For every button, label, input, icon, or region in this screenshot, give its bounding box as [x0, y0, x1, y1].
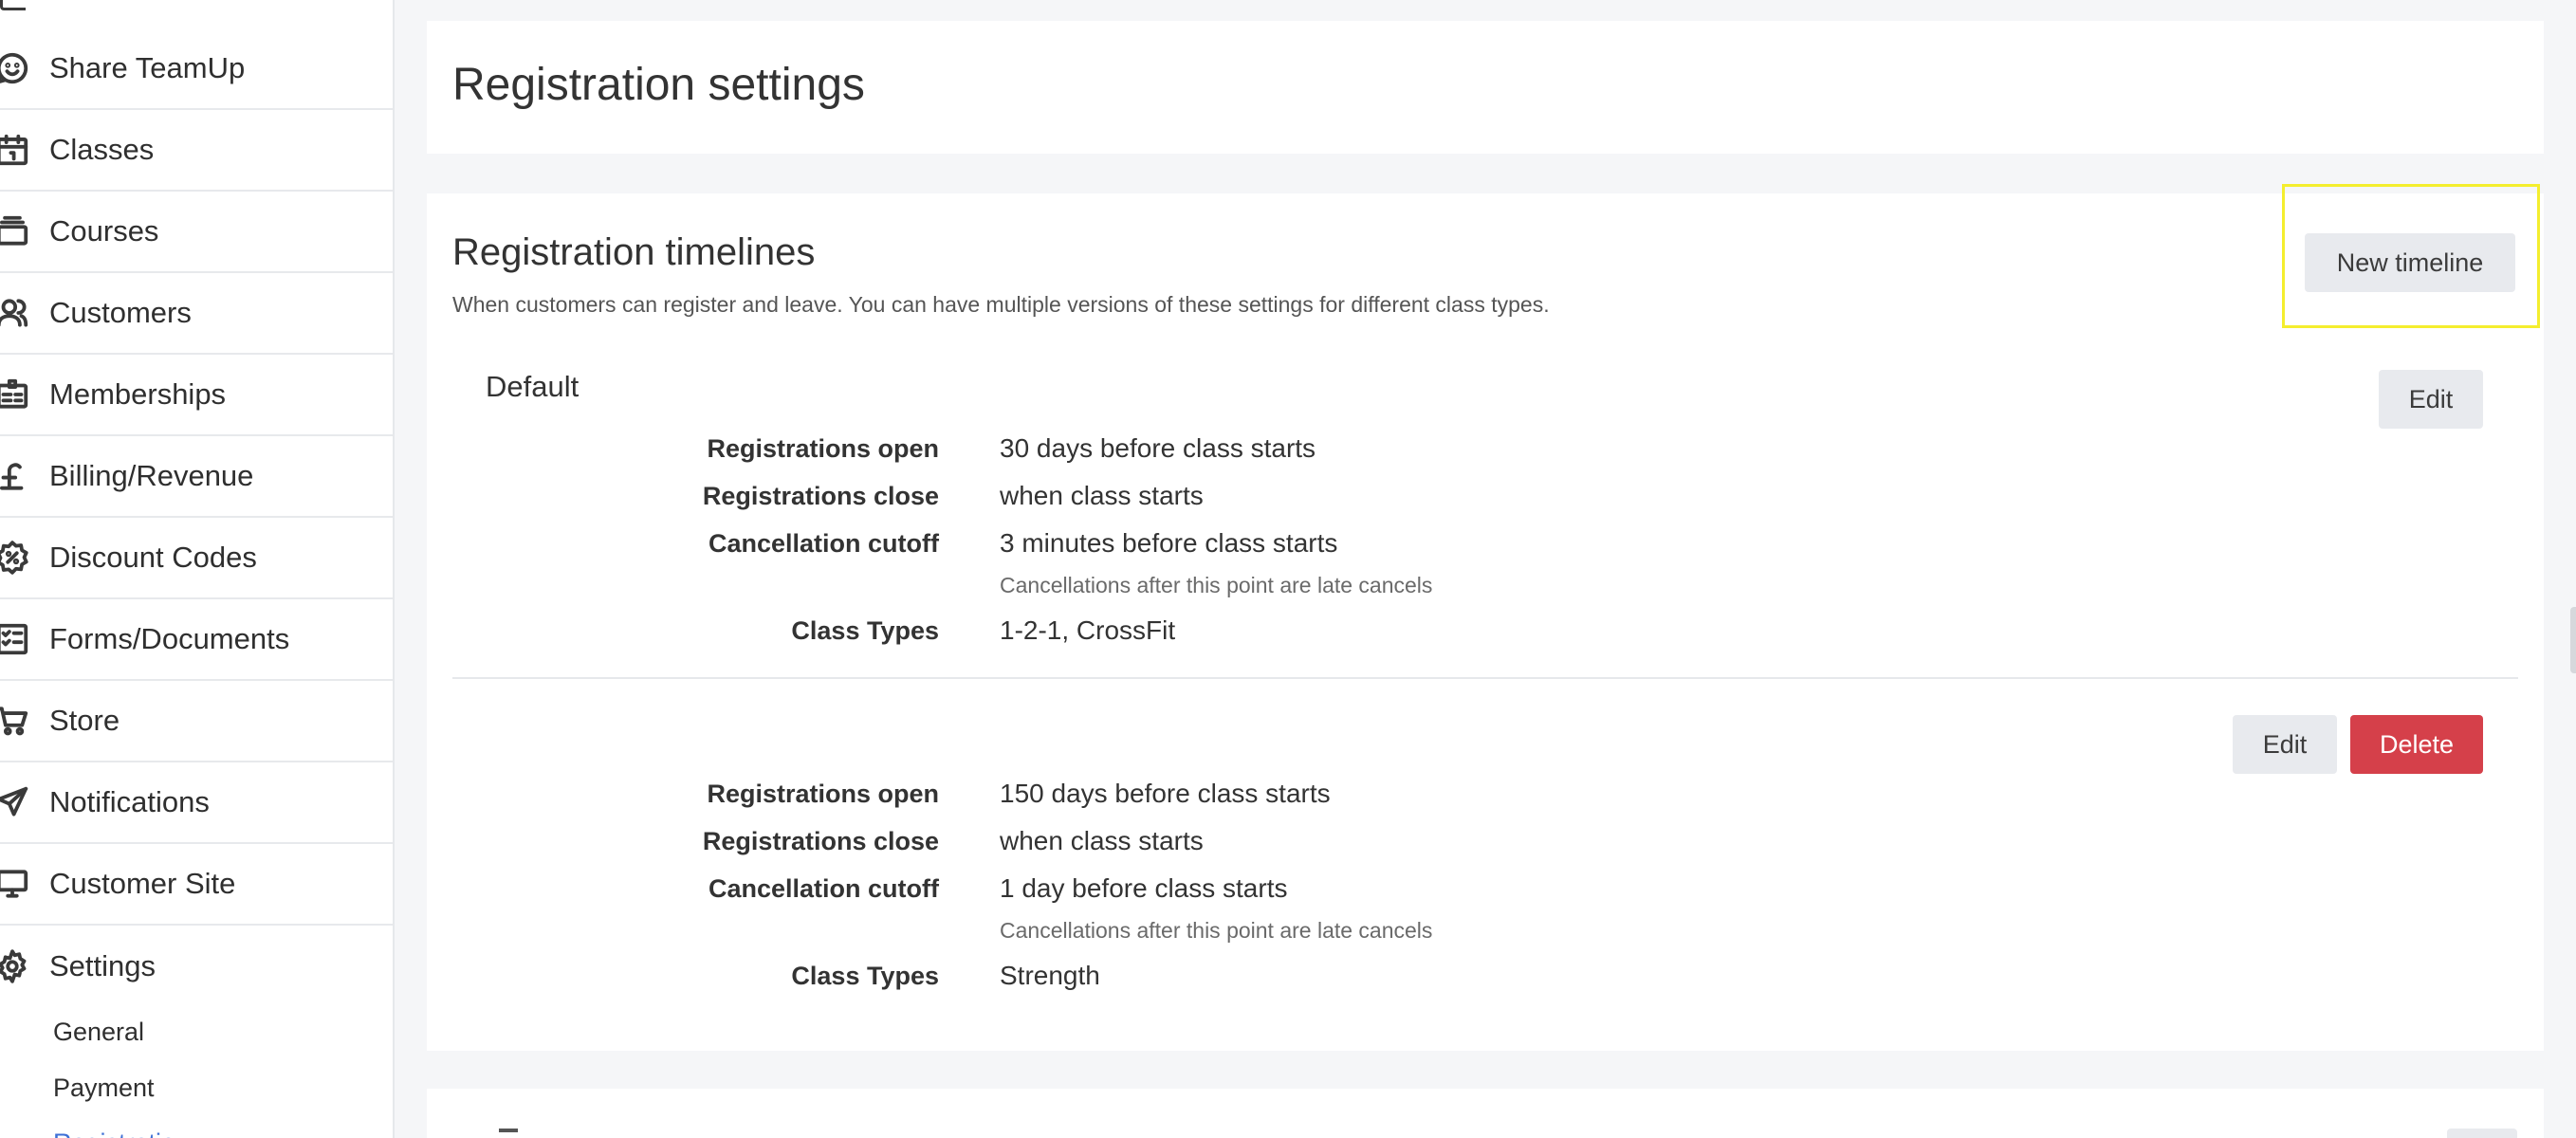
registrations-close-label: Registrations close — [702, 482, 939, 510]
sidebar-item-customer-site[interactable]: Customer Site — [0, 844, 393, 926]
sidebar-item-label: Memberships — [49, 377, 227, 411]
sidebar-item-share-teamup[interactable]: Share TeamUp — [0, 28, 393, 110]
next-section-card — [427, 1089, 2544, 1138]
app-page: Share TeamUp Classes Courses Customers M — [0, 0, 2576, 1138]
stack-icon — [0, 213, 30, 249]
sidebar-cutoff-icon — [0, 0, 26, 10]
sidebar-item-discount-codes[interactable]: Discount Codes — [0, 518, 393, 599]
class-types-label: Class Types — [791, 962, 939, 990]
send-icon — [0, 784, 30, 820]
pound-icon — [0, 458, 30, 494]
registrations-close-label: Registrations close — [702, 827, 939, 855]
sidebar-item-label: Classes — [49, 133, 155, 166]
registrations-open-value: 30 days before class starts — [1000, 433, 1316, 463]
sidebar-item-label: Courses — [49, 214, 159, 248]
sidebar-item-forms-documents[interactable]: Forms/Documents — [0, 599, 393, 681]
sidebar-item-label: Customer Site — [49, 867, 236, 900]
settings-subitem-general[interactable]: General — [53, 1018, 144, 1047]
registrations-open-label: Registrations open — [707, 780, 939, 808]
page-header-card: Registration settings — [427, 21, 2544, 154]
sidebar-item-notifications[interactable]: Notifications — [0, 762, 393, 844]
sidebar-item-label: Billing/Revenue — [49, 459, 254, 492]
sidebar-item-label: Share TeamUp — [49, 51, 246, 84]
registrations-close-value: when class starts — [1000, 481, 1204, 510]
cancellation-cutoff-note: Cancellations after this point are late … — [1000, 573, 1433, 597]
sidebar-item-classes[interactable]: Classes — [0, 110, 393, 192]
sidebar-item-customers[interactable]: Customers — [0, 273, 393, 355]
cancellation-cutoff-note: Cancellations after this point are late … — [1000, 918, 1433, 943]
sidebar-item-label: Store — [49, 704, 120, 737]
sidebar-item-memberships[interactable]: Memberships — [0, 355, 393, 436]
gear-icon — [0, 948, 30, 984]
next-section-button[interactable] — [2447, 1129, 2517, 1138]
registrations-open-value: 150 days before class starts — [1000, 779, 1331, 808]
class-types-value: 1-2-1, CrossFit — [1000, 615, 1176, 645]
sidebar-item-courses[interactable]: Courses — [0, 192, 393, 273]
sidebar: Share TeamUp Classes Courses Customers M — [0, 0, 395, 1138]
edit-timeline-button[interactable]: Edit — [2379, 370, 2483, 429]
next-section-title-fragment — [499, 1129, 518, 1132]
section-title: Registration timelines — [452, 231, 816, 273]
cancellation-cutoff-label: Cancellation cutoff — [708, 529, 939, 558]
monitor-icon — [0, 866, 30, 902]
registrations-open-label: Registrations open — [707, 434, 939, 463]
id-card-icon — [0, 376, 30, 413]
settings-subitem-registration[interactable]: Registratio — [53, 1129, 175, 1138]
discount-badge-icon — [0, 540, 30, 576]
new-timeline-button[interactable]: New timeline — [2305, 233, 2515, 292]
users-icon — [0, 295, 30, 331]
delete-timeline-button[interactable]: Delete — [2350, 715, 2483, 774]
edit-timeline-button[interactable]: Edit — [2233, 715, 2337, 774]
sidebar-item-label: Notifications — [49, 785, 210, 818]
sidebar-item-store[interactable]: Store — [0, 681, 393, 762]
calendar-icon — [0, 132, 30, 168]
cart-icon — [0, 703, 30, 739]
cancellation-cutoff-value: 3 minutes before class starts — [1000, 528, 1338, 558]
sidebar-item-label: Settings — [49, 949, 156, 982]
page-title: Registration settings — [452, 60, 865, 110]
settings-subitem-payment[interactable]: Payment — [53, 1074, 155, 1103]
cancellation-cutoff-label: Cancellation cutoff — [708, 874, 939, 903]
sidebar-item-label: Forms/Documents — [49, 622, 290, 655]
class-types-label: Class Types — [791, 616, 939, 645]
sidebar-item-settings[interactable]: Settings — [0, 926, 393, 1007]
feedback-side-tab[interactable] — [2570, 607, 2576, 673]
sidebar-item-billing-revenue[interactable]: Billing/Revenue — [0, 436, 393, 518]
cancellation-cutoff-value: 1 day before class starts — [1000, 873, 1288, 903]
timeline-divider — [452, 677, 2518, 679]
sidebar-item-label: Customers — [49, 296, 192, 329]
timeline-name: Default — [486, 370, 580, 403]
share-smile-icon — [0, 50, 30, 86]
sidebar-item-label: Discount Codes — [49, 541, 257, 574]
registrations-close-value: when class starts — [1000, 826, 1204, 855]
checklist-icon — [0, 621, 30, 657]
registration-timelines-card: Registration timelines When customers ca… — [427, 184, 2544, 1051]
section-description: When customers can register and leave. Y… — [452, 292, 1550, 317]
class-types-value: Strength — [1000, 961, 1100, 990]
